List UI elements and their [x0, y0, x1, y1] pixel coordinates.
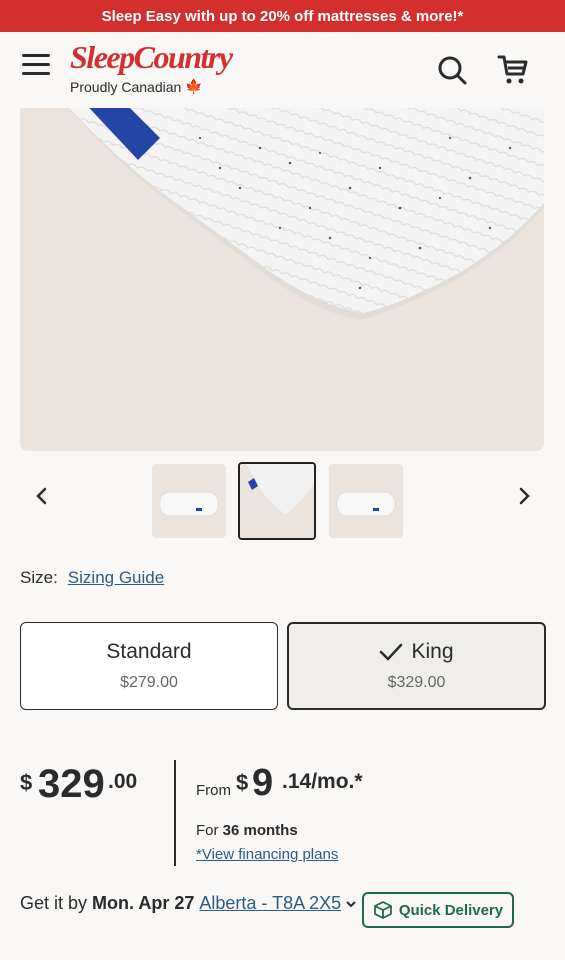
- chevron-left-icon: [36, 487, 47, 505]
- size-option-king[interactable]: King $329.00: [287, 622, 546, 710]
- financing-block: From $ 9 .14/mo.* For 36 months *View fi…: [196, 760, 536, 870]
- size-option-price: $279.00: [120, 674, 178, 691]
- product-price: $ 329 .00: [20, 760, 170, 870]
- size-option-price: $329.00: [387, 674, 446, 691]
- delivery-prefix: Get it by: [20, 893, 88, 913]
- box-icon: [373, 901, 392, 919]
- delivery-info: Get it by Mon. Apr 27 Alberta - T8A 2X5: [20, 893, 357, 914]
- maple-leaf-icon: 🍁: [185, 78, 203, 94]
- financing-term: For 36 months: [196, 822, 298, 839]
- checkmark-icon: [380, 643, 403, 661]
- view-financing-plans-link[interactable]: *View financing plans: [196, 846, 338, 863]
- thumbnail-1[interactable]: [152, 464, 226, 538]
- financing-fraction: .14/mo.*: [282, 770, 363, 793]
- image-carousel: [0, 460, 565, 540]
- financing-currency: $: [236, 770, 249, 795]
- hamburger-menu-icon[interactable]: [22, 54, 50, 78]
- thumbnail-3[interactable]: [329, 464, 403, 538]
- size-option-name: Standard: [106, 640, 192, 663]
- logo-wordmark: SleepCountry: [70, 39, 233, 75]
- sizing-guide-link[interactable]: Sizing Guide: [68, 568, 164, 588]
- quick-delivery-label: Quick Delivery: [398, 901, 504, 919]
- search-icon[interactable]: [436, 54, 468, 86]
- price-cents: .00: [108, 770, 138, 793]
- thumbnail-2-selected[interactable]: [238, 462, 316, 540]
- delivery-date: Mon. Apr 27: [92, 893, 195, 913]
- price-currency: $: [20, 770, 33, 795]
- price-divider: [174, 760, 176, 866]
- promo-banner[interactable]: Sleep Easy with up to 20% off mattresses…: [0, 0, 565, 32]
- size-option-name: King: [411, 640, 454, 663]
- chevron-down-icon[interactable]: [345, 899, 357, 909]
- financing-integer: 9: [252, 762, 274, 804]
- cart-icon[interactable]: [496, 52, 530, 86]
- carousel-prev-button[interactable]: [28, 482, 56, 510]
- logo-tagline: Proudly Canadian: [70, 78, 182, 95]
- size-row: Size: Sizing Guide: [20, 568, 164, 588]
- delivery-location-link[interactable]: Alberta - T8A 2X5: [199, 893, 341, 914]
- site-header: SleepCountry Proudly Canadian 🍁: [0, 32, 565, 108]
- product-hero-image: [20, 108, 544, 451]
- sleep-country-logo[interactable]: SleepCountry Proudly Canadian 🍁: [70, 40, 250, 100]
- carousel-next-button[interactable]: [510, 482, 538, 510]
- size-option-standard[interactable]: Standard $279.00: [20, 622, 278, 710]
- quick-delivery-button[interactable]: Quick Delivery: [362, 892, 514, 928]
- promo-text: Sleep Easy with up to 20% off mattresses…: [101, 7, 464, 25]
- pillow-closeup-image: [20, 108, 544, 451]
- size-label: Size:: [20, 568, 58, 587]
- financing-from: From: [196, 782, 231, 799]
- chevron-right-icon: [519, 487, 530, 505]
- price-integer: 329: [38, 762, 105, 806]
